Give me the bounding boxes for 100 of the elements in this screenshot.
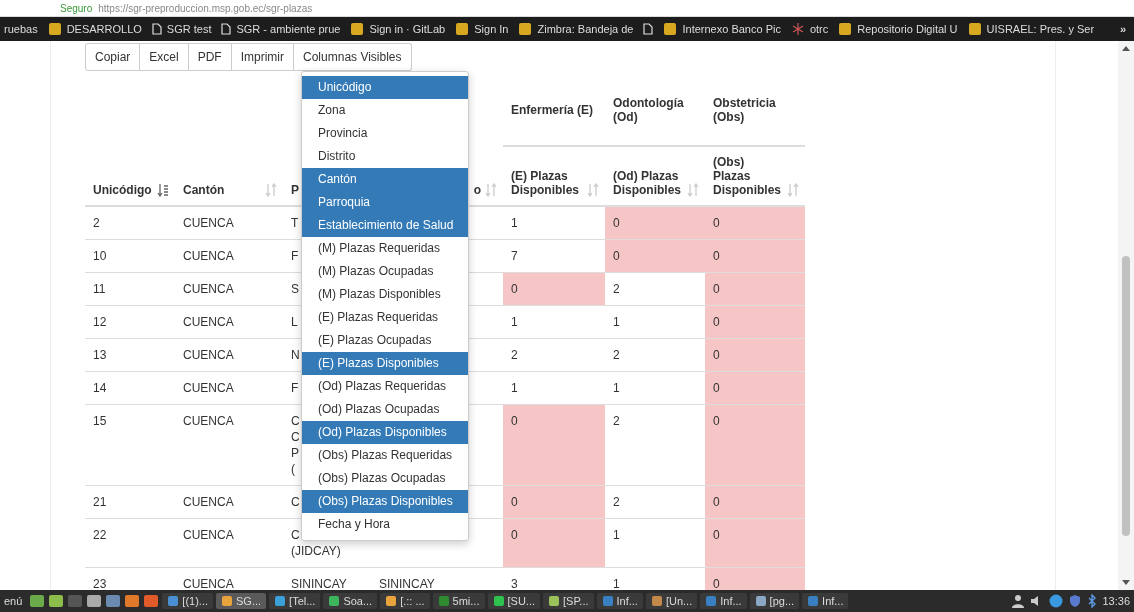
bookmark[interactable]: Repositorio Digital U: [838, 22, 958, 36]
taskbar-window-button[interactable]: Inf...: [802, 593, 849, 609]
menu-item[interactable]: (Od) Plazas Requeridas: [302, 375, 468, 398]
bookmark[interactable]: SGR test: [151, 23, 212, 35]
taskbar-window-button[interactable]: [(1)...: [162, 593, 214, 609]
bookmark[interactable]: Sign In: [455, 22, 509, 36]
menu-item[interactable]: Provincia: [302, 122, 468, 145]
launcher-icon[interactable]: [143, 593, 160, 609]
square-icon: [518, 22, 533, 36]
table-cell: (: [291, 462, 295, 476]
app-icon: [437, 595, 450, 607]
user-icon[interactable]: [1011, 594, 1026, 608]
taskbar-window-button[interactable]: [.:: ...: [380, 593, 430, 609]
launcher-icon[interactable]: [48, 593, 65, 609]
bookmark[interactable]: ruebas: [4, 23, 38, 35]
table-cell: 0: [705, 206, 805, 240]
column-header[interactable]: (E) Plazas Disponibles: [511, 169, 583, 197]
table-cell: C: [291, 528, 300, 542]
table-cell: 0: [503, 518, 605, 568]
taskbar-window-button[interactable]: [Tel...: [269, 593, 321, 609]
menu-item[interactable]: (M) Plazas Disponibles: [302, 283, 468, 306]
taskbar-window-button[interactable]: 5mi...: [432, 593, 485, 609]
taskbar-window-button[interactable]: [SU...: [487, 593, 540, 609]
column-header[interactable]: (Obs) Plazas Disponibles: [713, 155, 783, 197]
menu-item[interactable]: Unicódigo: [302, 76, 468, 99]
sort-ascending-icon[interactable]: [157, 183, 169, 197]
table-cell: T: [291, 216, 299, 230]
table-cell: 0: [503, 404, 605, 486]
page-icon: [221, 23, 232, 35]
launcher-icon[interactable]: [105, 593, 122, 609]
asterisk-icon: [790, 22, 805, 36]
menu-item[interactable]: (Od) Plazas Ocupadas: [302, 398, 468, 421]
scroll-down-icon[interactable]: [1122, 580, 1130, 586]
menu-item[interactable]: (Obs) Plazas Requeridas: [302, 444, 468, 467]
taskbar-window-button[interactable]: SG...: [216, 593, 267, 609]
bookmark[interactable]: Zimbra: Bandeja de: [518, 22, 634, 36]
bookmark[interactable]: UISRAEL: Pres. y Ser: [967, 22, 1095, 36]
table-cell: 0: [503, 485, 605, 519]
bookmark[interactable]: SGR - ambiente prue: [221, 23, 341, 35]
menu-item[interactable]: (M) Plazas Requeridas: [302, 237, 468, 260]
launcher-icon[interactable]: [29, 593, 46, 609]
table-cell: 22: [93, 528, 107, 542]
table-cell: 0: [705, 567, 805, 590]
scroll-up-icon[interactable]: [1122, 45, 1130, 51]
table-cell: 23: [93, 577, 107, 590]
toolbar-button[interactable]: Copiar: [85, 43, 141, 71]
scrollbar[interactable]: [1118, 41, 1134, 590]
launcher-icon[interactable]: [124, 593, 141, 609]
launcher-icon[interactable]: [86, 593, 103, 609]
taskbar-window-button[interactable]: [pg...: [749, 593, 800, 609]
toolbar-button[interactable]: Columnas Visibles: [294, 43, 412, 71]
column-header[interactable]: (Od) Plazas Disponibles: [613, 169, 683, 197]
menu-item[interactable]: (Od) Plazas Disponibles: [302, 421, 468, 444]
table-cell: 10: [93, 249, 107, 263]
menu-item[interactable]: (E) Plazas Disponibles: [302, 352, 468, 375]
menu-item[interactable]: (Obs) Plazas Ocupadas: [302, 467, 468, 490]
more-bookmarks-button[interactable]: »: [1119, 23, 1126, 35]
menu-item[interactable]: Zona: [302, 99, 468, 122]
menu-item[interactable]: Fecha y Hora: [302, 513, 468, 536]
bookmark[interactable]: [643, 23, 654, 35]
taskbar-window-button[interactable]: [SP...: [543, 593, 594, 609]
menu-item[interactable]: (M) Plazas Ocupadas: [302, 260, 468, 283]
column-header[interactable]: Unicódigo: [93, 183, 153, 197]
group-header: Obstetricia (Obs): [713, 96, 776, 124]
table-cell: 0: [705, 338, 805, 372]
table-cell: C: [291, 495, 300, 509]
bluetooth-icon[interactable]: [1087, 594, 1098, 608]
app-icon: [492, 595, 505, 607]
start-menu-button[interactable]: enú: [0, 595, 27, 607]
bookmark[interactable]: Internexo Banco Pic: [663, 22, 781, 36]
bookmark[interactable]: DESARROLLO: [47, 22, 142, 36]
menu-item[interactable]: Distrito: [302, 145, 468, 168]
bookmark[interactable]: otrc: [790, 22, 829, 36]
bookmark[interactable]: Sign in · GitLab: [350, 22, 446, 36]
table-cell: 0: [605, 239, 705, 273]
menu-item[interactable]: Cantón: [302, 168, 468, 191]
toolbar-button[interactable]: PDF: [188, 43, 232, 71]
menu-item[interactable]: Parroquia: [302, 191, 468, 214]
toolbar-button[interactable]: Imprimir: [231, 43, 295, 71]
page-icon: [151, 23, 162, 35]
column-header[interactable]: Cantón: [183, 183, 261, 197]
table-cell: 14: [93, 381, 107, 395]
square-icon: [350, 22, 365, 36]
square-icon: [455, 22, 470, 36]
taskbar-window-button[interactable]: Soa...: [323, 593, 378, 609]
taskbar-window-button[interactable]: [Un...: [645, 593, 698, 609]
menu-item[interactable]: (E) Plazas Ocupadas: [302, 329, 468, 352]
shield-icon[interactable]: [1068, 594, 1083, 608]
toolbar-button[interactable]: Excel: [140, 43, 189, 71]
table-cell: 0: [705, 305, 805, 339]
table-cell: CUENCA: [183, 348, 234, 362]
square-icon: [967, 22, 982, 36]
menu-item[interactable]: (Obs) Plazas Disponibles: [302, 490, 468, 513]
app-icon: [221, 595, 234, 607]
menu-item[interactable]: (E) Plazas Requeridas: [302, 306, 468, 329]
url-text: https://sgr-preproduccion.msp.gob.ec/sgr-plazas: [98, 2, 313, 14]
menu-item[interactable]: Establecimiento de Salud: [302, 214, 468, 237]
table-cell: F: [291, 249, 299, 263]
taskbar-window-button[interactable]: Inf...: [596, 593, 643, 609]
taskbar-window-button[interactable]: Inf...: [700, 593, 747, 609]
